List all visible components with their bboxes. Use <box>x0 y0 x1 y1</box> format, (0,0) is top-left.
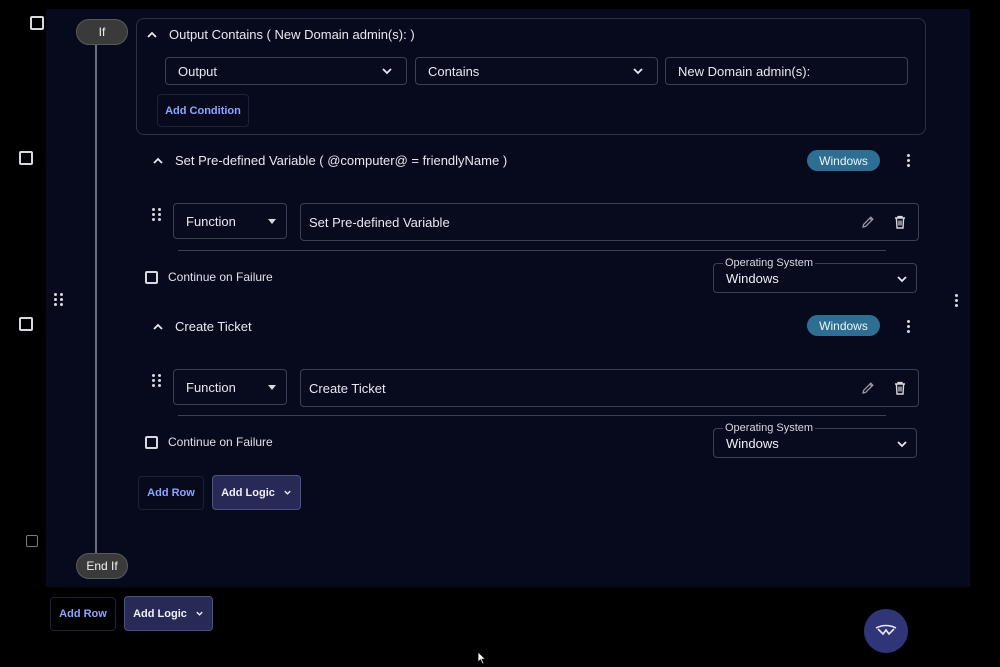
condition-operator-value: Contains <box>428 63 480 79</box>
add-row-button[interactable]: Add Row <box>50 597 116 631</box>
step-title: Set Pre-defined Variable ( @computer@ = … <box>175 153 508 168</box>
if-label: If <box>76 19 128 45</box>
pencil-icon[interactable] <box>860 380 876 396</box>
continue-on-failure-row[interactable]: Continue on Failure <box>145 270 273 284</box>
trash-icon[interactable] <box>892 380 908 396</box>
operating-system-label: Operating System <box>723 422 816 434</box>
condition-header[interactable]: Output Contains ( New Domain admin(s): ) <box>145 27 415 42</box>
os-badge: Windows <box>807 315 880 336</box>
add-logic-label: Add Logic <box>133 607 187 620</box>
add-condition-button[interactable]: Add Condition <box>157 94 249 127</box>
assistant-fab[interactable] <box>864 609 908 653</box>
condition-title: Output Contains ( New Domain admin(s): ) <box>169 27 415 42</box>
condition-operator-select[interactable]: Contains <box>415 57 658 85</box>
drag-handle-icon[interactable] <box>152 208 161 221</box>
logo-icon <box>875 624 897 636</box>
chevron-down-icon <box>382 68 392 75</box>
function-name-text: Create Ticket <box>309 380 386 396</box>
operating-system-value: Windows <box>726 271 779 286</box>
chevron-down-icon <box>633 68 643 75</box>
kebab-menu-icon[interactable] <box>906 320 910 333</box>
continue-on-failure-checkbox[interactable] <box>145 435 158 449</box>
add-row-button[interactable]: Add Row <box>138 476 204 510</box>
caret-down-icon <box>268 384 276 390</box>
condition-field-value: Output <box>178 63 218 79</box>
drag-handle-icon[interactable] <box>54 293 63 306</box>
row-checkbox[interactable] <box>19 151 33 165</box>
kebab-menu-icon[interactable] <box>954 294 958 307</box>
step-type-select[interactable]: Function <box>173 203 287 239</box>
caret-down-icon <box>268 218 276 224</box>
add-logic-label: Add Logic <box>221 486 275 499</box>
step-divider <box>178 415 886 416</box>
operating-system-select[interactable]: Operating System Windows <box>713 257 917 293</box>
pencil-icon[interactable] <box>860 214 876 230</box>
step-header[interactable]: Create Ticket <box>151 319 252 334</box>
operating-system-value: Windows <box>726 436 779 451</box>
function-name-field[interactable]: Set Pre-defined Variable <box>300 203 919 241</box>
continue-on-failure-label: Continue on Failure <box>168 435 273 449</box>
drag-handle-icon[interactable] <box>152 374 161 387</box>
os-badge: Windows <box>807 150 880 171</box>
continue-on-failure-checkbox[interactable] <box>145 270 158 284</box>
step-title: Create Ticket <box>175 319 252 334</box>
chevron-up-icon[interactable] <box>151 154 165 168</box>
mouse-cursor-icon <box>477 651 487 665</box>
condition-value-input[interactable]: New Domain admin(s): <box>665 57 908 85</box>
operating-system-select[interactable]: Operating System Windows <box>713 422 917 458</box>
chevron-down-icon <box>196 611 203 616</box>
step-divider <box>178 250 886 251</box>
condition-value-text: New Domain admin(s): <box>678 63 811 79</box>
chevron-down-icon <box>897 441 907 448</box>
row-checkbox[interactable] <box>26 535 38 547</box>
end-if-label: End If <box>76 553 128 579</box>
operating-system-label: Operating System <box>723 257 816 269</box>
chevron-up-icon[interactable] <box>151 320 165 334</box>
chevron-down-icon <box>897 276 907 283</box>
continue-on-failure-label: Continue on Failure <box>168 270 273 284</box>
step-type-select[interactable]: Function <box>173 369 287 405</box>
chevron-down-icon <box>284 490 291 495</box>
chevron-up-icon[interactable] <box>145 28 159 42</box>
if-block-connector <box>95 42 97 557</box>
row-checkbox[interactable] <box>30 16 44 30</box>
row-checkbox[interactable] <box>19 317 33 331</box>
continue-on-failure-row[interactable]: Continue on Failure <box>145 435 273 449</box>
condition-field-select[interactable]: Output <box>165 57 407 85</box>
step-header[interactable]: Set Pre-defined Variable ( @computer@ = … <box>151 153 507 168</box>
step-type-value: Function <box>186 213 236 229</box>
add-logic-button[interactable]: Add Logic <box>212 475 301 510</box>
function-name-field[interactable]: Create Ticket <box>300 369 919 407</box>
kebab-menu-icon[interactable] <box>906 154 910 167</box>
function-name-text: Set Pre-defined Variable <box>309 214 450 230</box>
trash-icon[interactable] <box>892 214 908 230</box>
step-type-value: Function <box>186 379 236 395</box>
add-logic-button[interactable]: Add Logic <box>124 596 213 631</box>
